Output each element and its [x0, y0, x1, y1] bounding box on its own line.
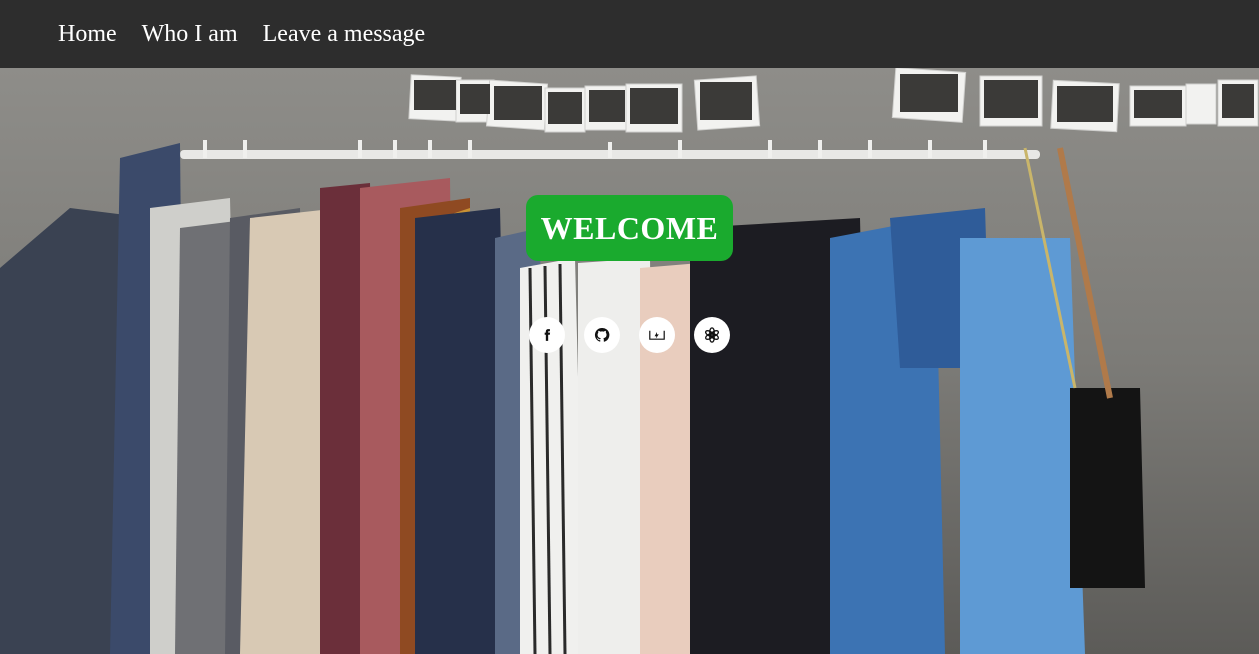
openai-link[interactable]	[694, 317, 730, 353]
github-icon	[594, 327, 610, 342]
nav-who-i-am[interactable]: Who I am	[142, 22, 238, 46]
hero-section: WELCOME	[0, 68, 1259, 654]
navbar: Home Who I am Leave a message	[0, 0, 1259, 68]
github-link[interactable]	[584, 317, 620, 353]
codepen-icon	[649, 330, 665, 340]
facebook-icon	[544, 329, 551, 341]
codepen-link[interactable]	[639, 317, 675, 353]
hero-background-image	[0, 68, 1259, 654]
facebook-link[interactable]	[529, 317, 565, 353]
nav-leave-a-message[interactable]: Leave a message	[263, 22, 426, 46]
welcome-button[interactable]: WELCOME	[526, 195, 733, 261]
nav-home[interactable]: Home	[58, 22, 117, 46]
openai-icon	[704, 327, 720, 343]
